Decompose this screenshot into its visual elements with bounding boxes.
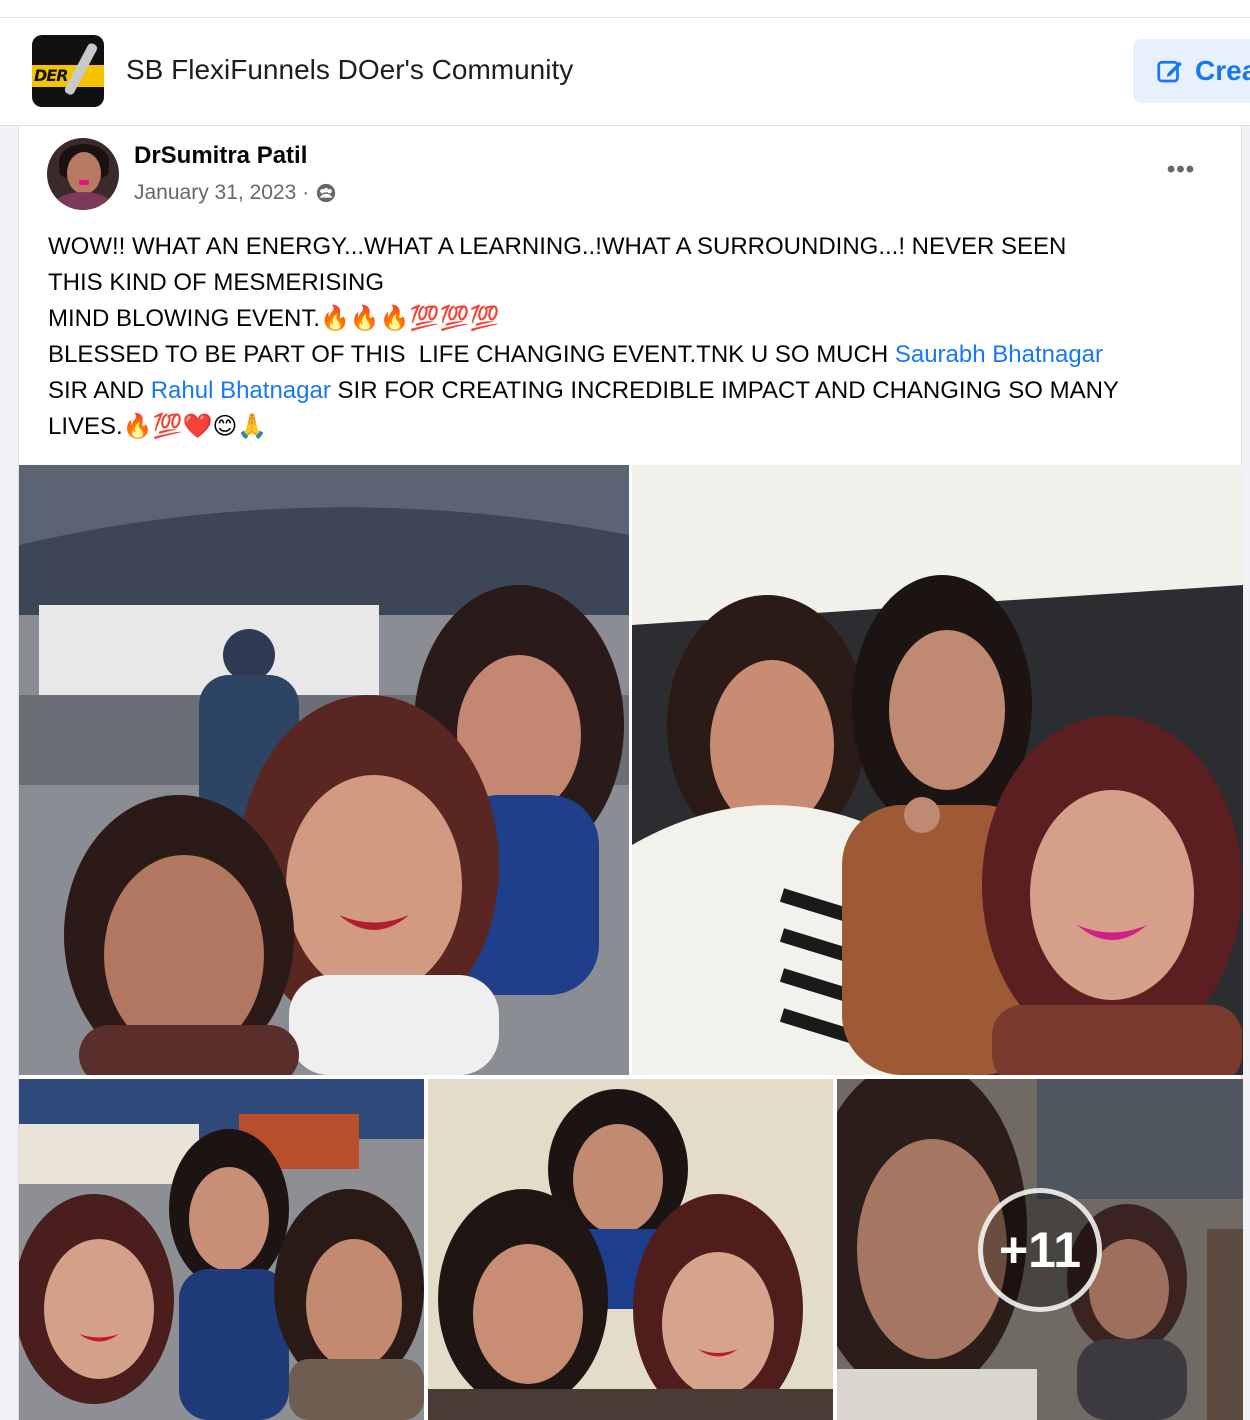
post-photo[interactable] bbox=[19, 465, 629, 1075]
post-text-line: LIVES.🔥💯❤️😊🙏 bbox=[48, 413, 268, 440]
post-text-line: SIR AND Rahul Bhatnagar SIR FOR CREATING… bbox=[48, 373, 1228, 409]
create-post-button[interactable]: Crea bbox=[1133, 39, 1250, 103]
post-text-segment: SIR AND bbox=[48, 377, 151, 404]
photo-image bbox=[428, 1079, 833, 1420]
post-video-thumbnail[interactable]: +11 bbox=[837, 1079, 1243, 1420]
group-header: DER SB FlexiFunnels DOer's Community Cre… bbox=[0, 18, 1250, 126]
photo-image bbox=[19, 1079, 424, 1420]
mention-link[interactable]: Rahul Bhatnagar bbox=[151, 377, 331, 404]
post-text: WOW!! WHAT AN ENERGY...WHAT A LEARNING..… bbox=[48, 229, 1228, 445]
photo-image bbox=[632, 465, 1243, 1075]
photo-image bbox=[19, 465, 629, 1075]
more-photos-count[interactable]: +11 bbox=[978, 1187, 1102, 1312]
create-post-label: Crea bbox=[1195, 55, 1250, 86]
post-text-segment: BLESSED TO BE PART OF THIS LIFE CHANGING… bbox=[48, 341, 895, 368]
post-text-line: MIND BLOWING EVENT.🔥🔥🔥💯💯💯 bbox=[48, 305, 500, 332]
post-date[interactable]: January 31, 2023 bbox=[134, 181, 296, 205]
group-logo[interactable]: DER bbox=[32, 35, 104, 107]
post-photo[interactable] bbox=[428, 1079, 833, 1420]
post-options-button[interactable]: ••• bbox=[1159, 154, 1203, 186]
author-name[interactable]: DrSumitra Patil bbox=[134, 142, 307, 170]
post-meta: January 31, 2023 · bbox=[134, 181, 337, 205]
logo-text: DER bbox=[34, 66, 69, 85]
author-avatar[interactable] bbox=[47, 138, 119, 210]
avatar-shirt bbox=[53, 192, 113, 210]
post-text-line: THIS KIND OF MESMERISING bbox=[48, 269, 385, 296]
avatar-face bbox=[67, 152, 101, 194]
post-text-line: BLESSED TO BE PART OF THIS LIFE CHANGING… bbox=[48, 337, 1228, 373]
mention-link[interactable]: Saurabh Bhatnagar bbox=[895, 341, 1103, 368]
post-photo[interactable] bbox=[19, 1079, 424, 1420]
post-photo[interactable] bbox=[632, 465, 1243, 1075]
group-name[interactable]: SB FlexiFunnels DOer's Community bbox=[126, 54, 573, 86]
avatar-lips bbox=[79, 180, 89, 185]
edit-icon bbox=[1157, 60, 1182, 83]
post-text-segment: SIR FOR CREATING INCREDIBLE IMPACT AND C… bbox=[330, 377, 1119, 404]
top-bar bbox=[0, 0, 1250, 18]
meta-separator: · bbox=[302, 181, 310, 204]
post-text-line: WOW!! WHAT AN ENERGY...WHAT A LEARNING..… bbox=[48, 233, 1067, 260]
post-card: DrSumitra Patil January 31, 2023 · ••• W… bbox=[18, 126, 1243, 1420]
group-audience-icon[interactable] bbox=[315, 182, 337, 204]
